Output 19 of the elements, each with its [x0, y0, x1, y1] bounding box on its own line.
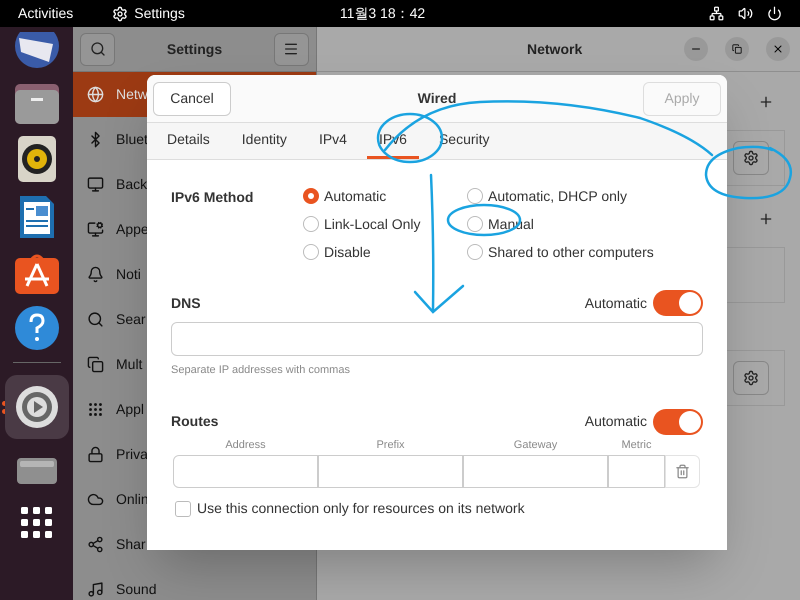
- dns-hint: Separate IP addresses with commas: [171, 363, 351, 378]
- radio-label: Automatic, DHCP only: [488, 186, 628, 206]
- automatic-label: Automatic: [584, 294, 647, 312]
- radio-label: Disable: [324, 242, 371, 262]
- routes-label: Routes: [171, 412, 218, 431]
- checkbox-label: Use this connection only for resources on its network: [197, 499, 525, 518]
- column-header: Gateway: [512, 438, 558, 452]
- column-header: Address: [224, 438, 267, 452]
- method-label: IPv6 Method: [171, 188, 254, 207]
- sidebar-title: Settings: [166, 40, 222, 59]
- column-header: Metric: [620, 438, 652, 452]
- radio-label: Shared to other computers: [488, 242, 654, 262]
- dialog-title: Wired: [418, 89, 456, 108]
- column-header: Prefix: [375, 438, 406, 452]
- radio-label: Link-Local Only: [324, 214, 420, 234]
- dns-label: DNS: [171, 294, 201, 312]
- automatic-label: Automatic: [584, 412, 647, 431]
- panel-title: Network: [527, 40, 582, 58]
- radio-label: Automatic: [324, 186, 386, 206]
